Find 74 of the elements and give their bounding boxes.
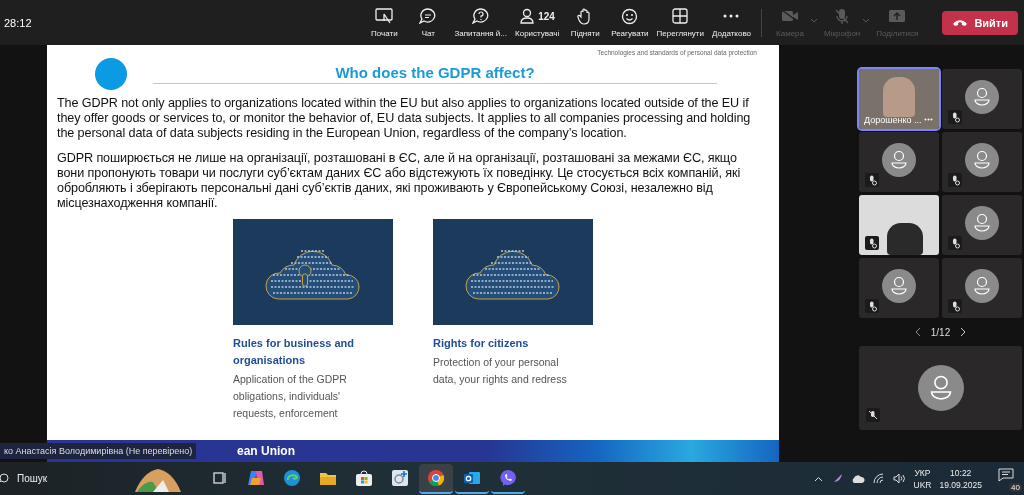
chevron-down-icon[interactable] <box>810 18 818 23</box>
avatar-icon <box>882 269 916 303</box>
more-icon[interactable] <box>924 118 933 121</box>
avatar-icon <box>965 206 999 240</box>
browser-swirl-icon <box>283 468 301 487</box>
search-icon <box>0 473 9 484</box>
participant-tile[interactable] <box>942 132 1022 192</box>
participant-name: Дорошенко ... <box>864 115 922 125</box>
chevron-up-icon[interactable] <box>813 475 823 482</box>
cloud-icon[interactable] <box>850 474 865 483</box>
card-description: Protection of your personal data, your rights and redress <box>433 355 568 387</box>
photo-placeholder <box>883 77 915 117</box>
image-editor-icon <box>391 468 409 487</box>
page-counter: 1/12 <box>930 326 951 338</box>
avatar-icon <box>965 269 999 303</box>
participant-tile[interactable] <box>942 258 1022 318</box>
toolbar-button[interactable]: Підняти <box>563 0 608 45</box>
browser-circle-icon <box>427 468 445 487</box>
toolbar-button[interactable]: Запитання й... <box>450 0 511 45</box>
participant-tile[interactable]: Дорошенко ... <box>859 69 939 129</box>
notification-icon[interactable] <box>998 467 1014 482</box>
toolbar-button[interactable]: Почати <box>362 0 407 45</box>
avatar-icon <box>965 80 999 114</box>
circle-icon <box>95 58 127 90</box>
clock[interactable]: 10:22 19.09.2025 <box>939 467 982 490</box>
speaker-icon[interactable] <box>892 473 906 484</box>
chevron-down-icon[interactable] <box>862 18 871 23</box>
slide-paragraph: The GDPR not only applies to organizations located within the EU but also applies to organizations located outside of the EU if they offer goods or services to, or monitor the behavior of, EU data subjects. It applies to all companies processing and holding the personal data of data subjects residing in the European Union, regardless of the company’s location. <box>57 96 752 141</box>
card-description: Application of the GDPR obligations, individuals' requests, enforcement <box>233 372 348 421</box>
notification-count: 40 <box>1009 482 1022 492</box>
avatar-icon <box>882 143 916 177</box>
footer-text: ean Union <box>237 444 295 458</box>
search-field[interactable]: Пошук <box>0 473 118 484</box>
slide-title: Who does the GDPR affect? <box>153 64 717 84</box>
participant-tile[interactable] <box>942 69 1022 129</box>
toolbar-button[interactable]: Додатково <box>707 0 755 45</box>
grid-icon <box>672 8 689 24</box>
task-view-icon <box>212 469 228 486</box>
ribbon-logo-icon <box>247 468 265 487</box>
chat-icon <box>419 8 438 24</box>
chevron-right-icon[interactable] <box>960 327 967 337</box>
chevron-left-icon[interactable] <box>914 327 921 337</box>
avatar-icon <box>965 143 999 177</box>
toolbar-button[interactable]: 124 Користувачі <box>511 0 564 45</box>
photo-placeholder <box>887 223 923 255</box>
toolbar-button[interactable]: Переглянути <box>652 0 708 45</box>
participant-tile[interactable] <box>859 346 1022 430</box>
participant-tile[interactable] <box>859 195 939 255</box>
person-icon <box>519 8 536 24</box>
language-indicator[interactable]: УКР UKR <box>913 467 932 490</box>
taskbar-app[interactable] <box>419 463 453 494</box>
phone-bubble-icon <box>499 468 517 487</box>
wifi-icon[interactable] <box>872 473 885 484</box>
speaker-caption: ко Анастасія Володимирівна (Не перевірено) <box>0 443 197 459</box>
card-title: Rules for business and organisations <box>233 336 356 368</box>
avatar-icon <box>917 365 964 411</box>
toolbar-button[interactable]: Чат <box>406 0 451 45</box>
participant-tile[interactable] <box>942 195 1022 255</box>
shopping-bag-icon <box>355 468 373 487</box>
participant-tile[interactable] <box>859 132 939 192</box>
participant-tile[interactable] <box>859 258 939 318</box>
leave-button[interactable]: Вийти <box>942 10 1018 35</box>
call-timer: 28:12 <box>4 16 32 29</box>
toolbar-button[interactable]: Реагувати <box>607 0 653 45</box>
share-tray-icon <box>888 9 907 23</box>
smiley-icon <box>621 7 639 25</box>
slide-paragraph: GDPR поширюється не лише на організації, розташовані в ЄС, але й на організації, розташовані за межами ЄС, якщо вони пропонують товари чи послуги суб’єктам даних ЄС або відстежують їх поведінку. Це стосується всіх компаній, які обробляють і зберігають персональні дані суб’єктів даних, які проживають у Європейському Союзі, незалежно від місцезнаходження компанії. <box>57 151 742 211</box>
more-icon <box>723 14 740 18</box>
phone-hangup-icon <box>952 18 969 27</box>
question-bubble-icon <box>471 8 490 24</box>
card-title: Rights for citizens <box>433 336 530 351</box>
screen-share-icon <box>375 8 394 24</box>
camera-off-icon <box>781 9 799 23</box>
mic-off-icon <box>835 7 850 25</box>
